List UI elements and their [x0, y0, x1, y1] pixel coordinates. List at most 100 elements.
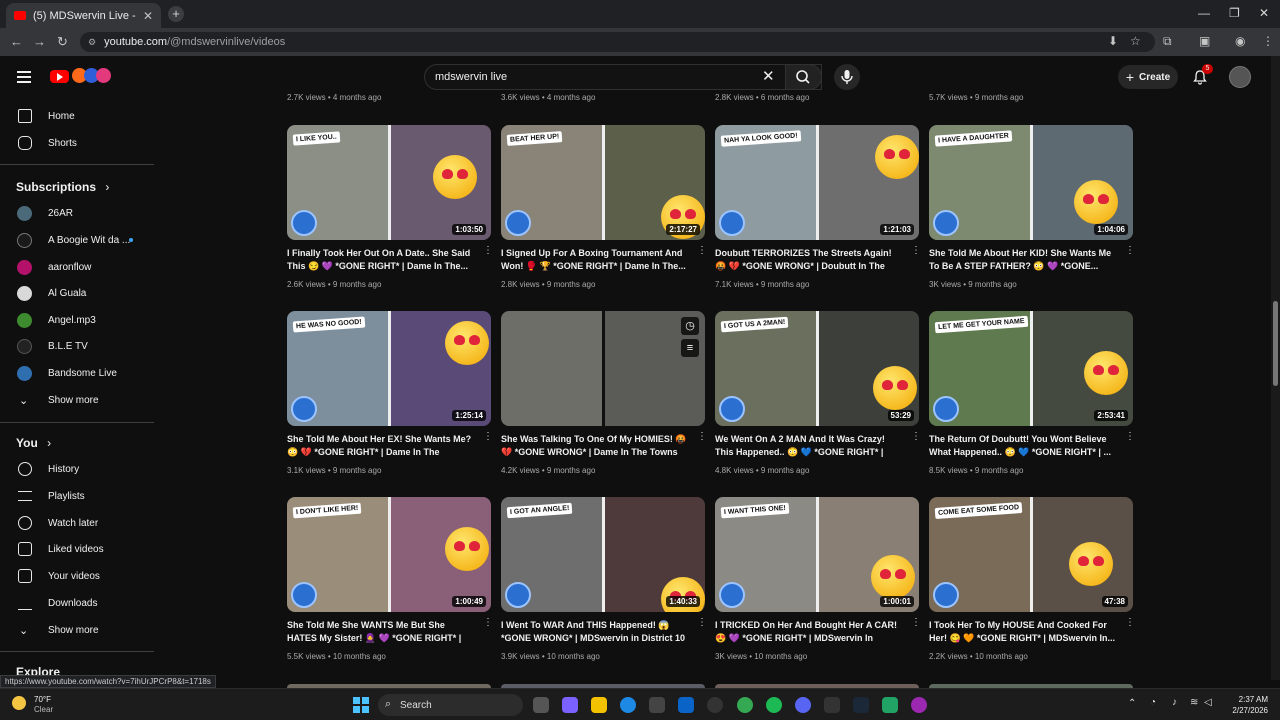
page-scrollbar[interactable]: [1271, 56, 1280, 680]
more-actions-icon[interactable]: ⋮: [911, 618, 921, 633]
more-actions-icon[interactable]: ⋮: [483, 618, 493, 633]
more-actions-icon[interactable]: ⋮: [483, 432, 493, 447]
video-title[interactable]: She Told Me She WANTS Me But She HATES M…: [287, 619, 477, 646]
video-card[interactable]: I WANT THIS ONE! 1:00:01 I TRICKED On Her …: [715, 497, 921, 667]
video-thumbnail[interactable]: I HAVE A DAUGHTER 1:04:06: [929, 125, 1133, 240]
back-icon[interactable]: ←: [10, 34, 23, 49]
notepad-icon[interactable]: [882, 697, 898, 713]
spotify-icon[interactable]: [766, 697, 782, 713]
scrollbar-thumb[interactable]: [1273, 301, 1278, 386]
maximize-icon[interactable]: ❐: [1229, 6, 1240, 20]
new-tab-button[interactable]: +: [168, 6, 184, 22]
discord-icon[interactable]: [795, 697, 811, 713]
video-card[interactable]: I HAVE A DAUGHTER 1:04:06 She Told Me Abou…: [929, 125, 1135, 295]
more-actions-icon[interactable]: ⋮: [911, 246, 921, 261]
reload-icon[interactable]: ↻: [57, 34, 68, 50]
video-title[interactable]: Doubutt TERRORIZES The Streets Again! 🤬 …: [715, 247, 905, 274]
video-card[interactable]: I DON'T LIKE HER! 1:00:49 She Told Me She …: [287, 497, 493, 667]
sidebar-item-downloads[interactable]: Downloads: [0, 591, 154, 615]
bookmark-star-icon[interactable]: ☆: [1130, 34, 1141, 48]
sidebar-item-ble-tv[interactable]: B.L.E TV: [0, 334, 154, 358]
tray-chevron-icon[interactable]: ⌃: [1128, 698, 1136, 709]
volume-icon[interactable]: ◁: [1204, 697, 1212, 708]
weather-widget[interactable]: 70°F Clear: [34, 695, 53, 715]
store-icon[interactable]: [649, 697, 665, 713]
video-thumbnail[interactable]: I WANT THIS ONE! 1:00:01: [715, 497, 919, 612]
video-thumbnail[interactable]: I GOT US A 2MAN! 53:29: [715, 311, 919, 426]
watch-later-icon[interactable]: ◷: [681, 317, 699, 335]
edge-icon[interactable]: [620, 697, 636, 713]
video-thumbnail[interactable]: ◷ ≡: [501, 311, 705, 426]
close-tab-icon[interactable]: ✕: [143, 9, 153, 23]
browser-tab[interactable]: (5) MDSwervin Live - YouTube ✕: [6, 3, 161, 28]
sidebar-show-more-you[interactable]: ⌄ Show more: [0, 618, 154, 642]
close-window-icon[interactable]: ✕: [1259, 6, 1269, 20]
network-icon[interactable]: ◔: [1150, 697, 1156, 708]
video-thumbnail[interactable]: COME EAT SOME FOOD 47:38: [929, 497, 1133, 612]
video-thumbnail[interactable]: I DON'T LIKE HER! 1:00:49: [287, 497, 491, 612]
copilot-icon[interactable]: [562, 697, 578, 713]
sidebar-item-aaronflow[interactable]: aaronflow: [0, 255, 154, 279]
forward-icon[interactable]: →: [33, 34, 46, 49]
extensions-icon[interactable]: ⧉: [1163, 34, 1172, 49]
menu-icon[interactable]: [17, 71, 31, 83]
video-card[interactable]: I GOT US A 2MAN! 53:29 We Went On A 2 MAN …: [715, 311, 921, 481]
search-button[interactable]: [785, 64, 822, 90]
video-card[interactable]: I LIKE YOU.. 1:03:50 I Finally Took Her Ou…: [287, 125, 493, 295]
microphone-icon[interactable]: ♪: [1172, 697, 1177, 708]
video-title[interactable]: She Told Me About Her EX! She Wants Me? …: [287, 433, 477, 460]
video-thumbnail[interactable]: LET ME GET YOUR NAME 2:53:41: [929, 311, 1133, 426]
sidebar-item-26ar[interactable]: 26AR: [0, 201, 154, 225]
sidebar-item-liked-videos[interactable]: Liked videos: [0, 537, 154, 561]
more-actions-icon[interactable]: ⋮: [1125, 246, 1135, 261]
mail-icon[interactable]: [678, 697, 694, 713]
notifications-button[interactable]: 5: [1192, 64, 1213, 85]
sidebar-item-al-guala[interactable]: Al Guala: [0, 281, 154, 305]
more-actions-icon[interactable]: ⋮: [1125, 618, 1135, 633]
video-card[interactable]: LET ME GET YOUR NAME 2:53:41 The Return Of…: [929, 311, 1135, 481]
windows-start-icon[interactable]: [353, 697, 369, 713]
sidebar-item-watch-later[interactable]: Watch later: [0, 511, 154, 535]
more-actions-icon[interactable]: ⋮: [697, 618, 707, 633]
sidebar-item-bandsome-live[interactable]: Bandsome Live: [0, 361, 154, 385]
clear-search-icon[interactable]: ✕: [762, 67, 775, 85]
more-actions-icon[interactable]: ⋮: [483, 246, 493, 261]
video-thumbnail[interactable]: I LIKE YOU.. 1:03:50: [287, 125, 491, 240]
sidebar-item-playlists[interactable]: Playlists: [0, 484, 154, 508]
video-title[interactable]: She Was Talking To One Of My HOMIES! 🤬 💔…: [501, 433, 691, 460]
sidebar-item-shorts[interactable]: Shorts: [0, 131, 154, 155]
add-to-queue-icon[interactable]: ≡: [681, 339, 699, 357]
sidebar-item-angel-mp3[interactable]: Angel.mp3: [0, 308, 154, 332]
video-thumbnail[interactable]: NAH YA LOOK GOOD! 1:21:03: [715, 125, 919, 240]
video-title[interactable]: I Signed Up For A Boxing Tournament And …: [501, 247, 691, 273]
file-explorer-icon[interactable]: [591, 697, 607, 713]
sidebar-show-more-subscriptions[interactable]: ⌄ Show more: [0, 388, 154, 412]
video-title[interactable]: She Told Me About Her KID! She Wants Me …: [929, 247, 1119, 273]
chrome-icon[interactable]: [737, 697, 753, 713]
minimize-icon[interactable]: —: [1198, 6, 1210, 20]
youtube-logo[interactable]: [50, 68, 116, 84]
task-view-icon[interactable]: [533, 697, 549, 713]
video-title[interactable]: I TRICKED On Her And Bought Her A CAR! 😍…: [715, 619, 905, 646]
create-button[interactable]: + Create: [1118, 65, 1178, 89]
you-heading[interactable]: You ›: [16, 436, 51, 450]
url-field[interactable]: ⚙ youtube.com/@mdswervinlive/videos: [80, 32, 1155, 52]
more-actions-icon[interactable]: ⋮: [1125, 432, 1135, 447]
site-info-icon[interactable]: ⚙: [88, 37, 96, 48]
video-title[interactable]: I Finally Took Her Out On A Date.. She S…: [287, 247, 477, 273]
video-title[interactable]: The Return Of Doubutt! You Wont Believe …: [929, 433, 1119, 459]
more-actions-icon[interactable]: ⋮: [697, 246, 707, 261]
sidebar-item-home[interactable]: Home: [0, 104, 154, 128]
voice-search-button[interactable]: [834, 64, 860, 90]
taskbar-clock[interactable]: 2:37 AM 2/27/2026: [1226, 694, 1268, 716]
sidebar-item-a-boogie[interactable]: A Boogie Wit da ...: [0, 228, 154, 252]
video-thumbnail[interactable]: HE WAS NO GOOD! 1:25:14: [287, 311, 491, 426]
more-actions-icon[interactable]: ⋮: [911, 432, 921, 447]
video-card[interactable]: HE WAS NO GOOD! 1:25:14 She Told Me About …: [287, 311, 493, 481]
steam-icon[interactable]: [853, 697, 869, 713]
sidebar-item-your-videos[interactable]: Your videos: [0, 564, 154, 588]
video-card[interactable]: ◷ ≡ She Was Talking To One Of My HOMIES! 🤬…: [501, 311, 707, 481]
taskbar-search[interactable]: ⌕ Search: [378, 694, 523, 716]
more-actions-icon[interactable]: ⋮: [697, 432, 707, 447]
video-card[interactable]: I GOT AN ANGLE! 1:40:33 I Went To WAR And …: [501, 497, 707, 667]
